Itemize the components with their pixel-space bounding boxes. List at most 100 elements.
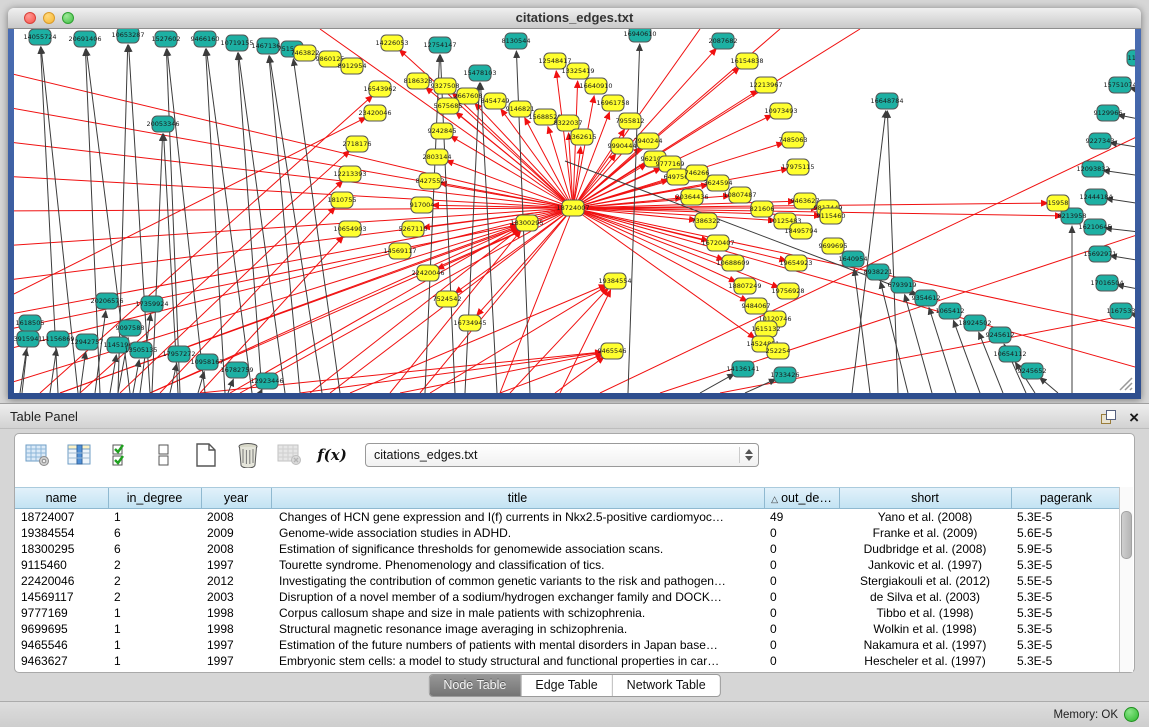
cell[interactable]: Structural magnetic resonance image aver… [271, 621, 764, 637]
network-node[interactable]: 15958 [1047, 195, 1069, 211]
network-node[interactable]: 1810755 [328, 192, 357, 208]
network-node[interactable]: 9227343 [1086, 133, 1115, 149]
cell[interactable]: Franke et al. (2009) [839, 525, 1011, 541]
citation-edge-red[interactable] [300, 352, 602, 393]
network-node[interactable]: 2718176 [343, 136, 372, 152]
network-node[interactable]: 5267110 [399, 221, 428, 237]
network-node[interactable]: 16543962 [363, 81, 396, 97]
cell[interactable]: 2 [108, 557, 201, 573]
cell[interactable]: 5.3E-5 [1011, 637, 1121, 653]
network-node[interactable]: 7940244 [634, 133, 663, 149]
cell[interactable]: 0 [764, 605, 839, 621]
network-node[interactable]: 19654923 [779, 255, 812, 271]
network-node[interactable]: 16154838 [730, 53, 763, 69]
memory-ok-icon[interactable] [1124, 707, 1139, 722]
network-node[interactable]: 13325419 [561, 63, 594, 79]
network-node[interactable]: 19384554 [598, 273, 631, 289]
network-node[interactable]: 3915941 [14, 331, 42, 347]
close-window-icon[interactable] [24, 12, 36, 24]
citation-edge-black[interactable] [745, 379, 776, 393]
cell[interactable]: Jankovic et al. (1997) [839, 557, 1011, 573]
citation-edge-black[interactable] [80, 352, 86, 393]
cell[interactable]: 2 [108, 589, 201, 605]
column-header-year[interactable]: year [201, 488, 271, 509]
network-node[interactable]: 17359924 [135, 296, 168, 312]
network-node[interactable]: 1362615 [568, 129, 597, 145]
citation-edge-red[interactable] [14, 141, 573, 208]
tab-edge-table[interactable]: Edge Table [521, 675, 612, 696]
table-row[interactable]: 911546021997Tourette syndrome. Phenomeno… [15, 557, 1121, 573]
table-source-select[interactable]: citations_edges.txt [365, 443, 759, 467]
column-header-in-degree[interactable]: in_degree [108, 488, 201, 509]
cell[interactable]: 2012 [201, 573, 271, 589]
minimize-window-icon[interactable] [43, 12, 55, 24]
network-node[interactable]: 18924502 [958, 315, 991, 331]
cell[interactable]: 2008 [201, 541, 271, 557]
network-node[interactable]: 16640910 [579, 78, 612, 94]
network-node[interactable]: 5675685 [434, 98, 463, 114]
network-node[interactable]: 9245612 [986, 327, 1015, 343]
citation-edge-black[interactable] [628, 44, 640, 393]
tab-network-table[interactable]: Network Table [613, 675, 720, 696]
citation-edge-red[interactable] [573, 208, 779, 287]
citation-edge-red[interactable] [573, 208, 1135, 371]
cell[interactable]: 5.3E-5 [1011, 557, 1121, 573]
cell[interactable]: Tourette syndrome. Phenomenology and cla… [271, 557, 764, 573]
table-row[interactable]: 969969511998Structural magnetic resonanc… [15, 621, 1121, 637]
citation-edge-red[interactable] [14, 208, 573, 351]
citation-edge-black[interactable] [238, 53, 262, 393]
citation-edge-black[interactable] [50, 349, 57, 393]
network-node[interactable]: 17975115 [781, 159, 814, 175]
cell[interactable]: de Silva et al. (2003) [839, 589, 1011, 605]
network-node[interactable]: 1167533 [1107, 303, 1135, 319]
cell[interactable]: 0 [764, 653, 839, 669]
network-node[interactable]: 9354612 [912, 290, 941, 306]
cell[interactable]: 1 [108, 653, 201, 669]
network-node[interactable]: 1527602 [152, 31, 181, 47]
select-rows-button[interactable] [107, 441, 137, 469]
cell[interactable]: Corpus callosum shape and size in male p… [271, 605, 764, 621]
table-mode-button[interactable] [23, 441, 53, 469]
network-node[interactable]: 10688609 [716, 255, 749, 271]
network-node[interactable]: 9115460 [817, 208, 846, 224]
citation-edge-red[interactable] [510, 288, 608, 393]
cell[interactable]: 1997 [201, 653, 271, 669]
column-header-title[interactable]: title [271, 488, 764, 509]
table-row[interactable]: 1938455462009Genome-wide association stu… [15, 525, 1121, 541]
citation-edge-red[interactable] [500, 355, 603, 393]
cell[interactable]: Genome-wide association studies in ADHD. [271, 525, 764, 541]
network-node[interactable]: 11172 [1127, 50, 1135, 66]
table-row[interactable]: 946362711997Embryonic stem cells: a mode… [15, 653, 1121, 669]
cell[interactable]: Wolkin et al. (1998) [839, 621, 1011, 637]
network-node[interactable]: 1640954 [839, 251, 868, 267]
cell[interactable]: 0 [764, 557, 839, 573]
table-scrollbar[interactable] [1119, 487, 1133, 672]
cell[interactable]: Changes of HCN gene expression and I(f) … [271, 509, 764, 526]
citation-edge-red[interactable] [14, 225, 517, 331]
network-node[interactable]: 12213967 [749, 77, 782, 93]
cell[interactable]: 5.5E-5 [1011, 573, 1121, 589]
network-node[interactable]: 15751074 [1103, 77, 1135, 93]
float-panel-icon[interactable] [1101, 410, 1115, 424]
table-row[interactable]: 1872400712008Changes of HCN gene express… [15, 509, 1121, 526]
cell[interactable]: 1997 [201, 557, 271, 573]
network-node[interactable]: 8130544 [502, 33, 531, 49]
network-node[interactable]: 8938221 [864, 264, 893, 280]
cell[interactable]: Estimation of significance thresholds fo… [271, 541, 764, 557]
network-node[interactable]: 12942757 [70, 334, 103, 350]
network-node[interactable]: 9699695 [819, 238, 848, 254]
table-row[interactable]: 2242004622012Investigating the contribut… [15, 573, 1121, 589]
network-node[interactable]: 14226053 [375, 35, 408, 51]
network-node[interactable]: 15478103 [463, 65, 496, 81]
cell[interactable]: 1 [108, 509, 201, 526]
unselect-rows-button[interactable] [149, 441, 179, 469]
cell[interactable]: 5.3E-5 [1011, 509, 1121, 526]
cell[interactable]: 6 [108, 525, 201, 541]
network-node[interactable]: 3624594 [704, 175, 733, 191]
citation-edge-black[interactable] [20, 349, 27, 393]
delete-column-button[interactable] [233, 441, 263, 469]
network-node[interactable]: 2803144 [423, 149, 452, 165]
cell[interactable]: 18724007 [15, 509, 108, 526]
table-row[interactable]: 946554611997Estimation of the future num… [15, 637, 1121, 653]
citation-edge-black[interactable] [228, 379, 233, 393]
